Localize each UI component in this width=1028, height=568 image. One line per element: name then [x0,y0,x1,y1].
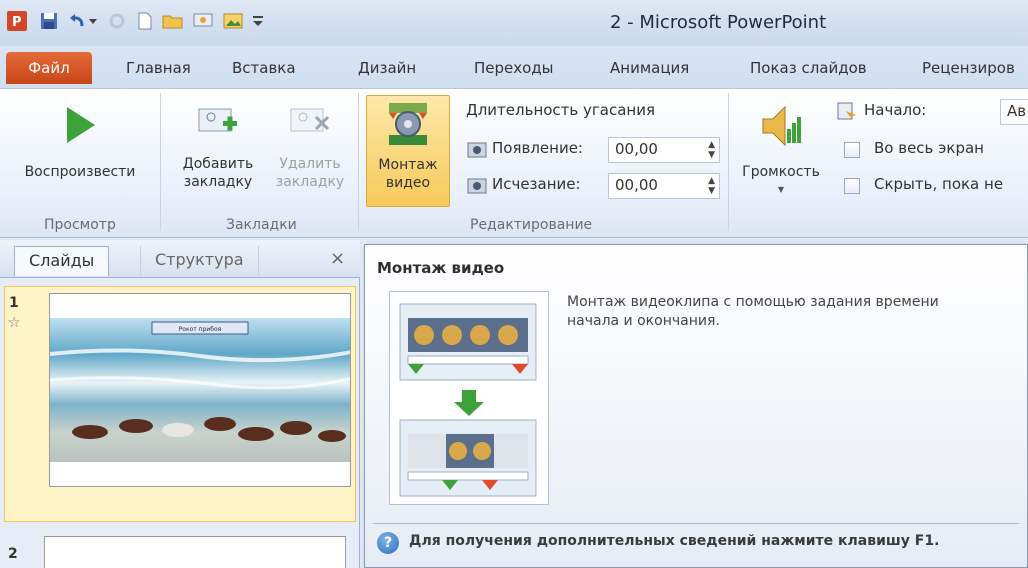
fade-out-icon [466,175,488,201]
start-label: Начало: [864,101,927,119]
slideshow-icon[interactable] [190,8,216,34]
close-icon[interactable]: × [330,248,345,269]
fullscreen-label: Во весь экран [874,139,984,157]
add-bookmark-icon [170,103,266,143]
trim-video-label-1: Монтаж [378,157,438,173]
help-icon: ? [377,532,399,554]
hide-label: Скрыть, пока не [874,175,1004,193]
slide-number: 1 [9,295,19,311]
slide-thumbnail-1[interactable]: 1 ☆ Рокот прибоя [4,286,356,522]
slide-image: Рокот прибоя [49,293,351,487]
volume-label: Громкость [742,164,820,180]
tooltip-description: Монтаж видеоклипа с помощью задания врем… [567,294,939,329]
fade-duration-title: Длительность угасания [466,101,655,119]
play-button[interactable]: Воспроизвести [10,95,150,181]
slide-caption: Рокот прибоя [179,326,222,333]
fade-out-label: Исчезание: [492,175,581,193]
slides-pane: Слайды Структура × 1 ☆ Рокот прибоя 2 [0,240,360,568]
group-label-preview: Просмотр [44,217,116,233]
open-folder-icon[interactable] [160,8,186,34]
add-bookmark-button[interactable]: Добавить закладку [170,103,266,191]
add-bookmark-label-2: закладку [183,174,253,190]
group-separator [358,93,359,231]
customize-dropdown-icon[interactable] [250,8,266,34]
picture-icon[interactable] [220,8,246,34]
tooltip-help-text: Для получения дополнительных сведений на… [409,533,940,549]
trim-video-icon [367,96,449,152]
undo-dropdown-icon[interactable] [86,8,100,34]
window-title: 2 - Microsoft PowerPoint [610,12,827,33]
start-dropdown[interactable]: Ав [1000,99,1028,125]
fade-in-icon [466,139,488,165]
spinner-arrows-icon[interactable]: ▲ ▼ [708,176,715,196]
fade-out-spinner[interactable]: 00,00 ▲ ▼ [608,173,720,199]
remove-bookmark-label-2: закладку [275,174,345,190]
tab-slides[interactable]: Слайды [14,246,110,276]
volume-button[interactable]: Громкость ▼ [734,99,828,199]
new-file-icon[interactable] [132,8,158,34]
slide-number: 2 [8,546,18,562]
tab-transitions[interactable]: Переходы [464,54,564,82]
powerpoint-logo-icon[interactable]: P [4,8,30,34]
tooltip-divider [373,523,1019,524]
remove-bookmark-icon [268,103,352,143]
spinner-arrows-icon[interactable]: ▲ ▼ [708,140,715,160]
group-separator [160,93,161,231]
tooltip-title: Монтаж видео [377,259,505,277]
ribbon-tabs: Файл Главная Вставка Дизайн Переходы Ани… [0,46,1028,88]
start-value: Ав [1007,102,1027,120]
svg-text:P: P [12,15,22,30]
tab-animations[interactable]: Анимация [600,54,699,82]
redo-icon[interactable] [104,8,130,34]
slides-pane-tabs: Слайды Структура × [0,240,360,278]
fade-out-value: 00,00 [615,176,658,194]
trim-video-button[interactable]: Монтаж видео [366,95,450,207]
remove-bookmark-label-1: Удалить [279,156,341,172]
group-separator [728,93,729,231]
group-label-editing: Редактирование [470,217,593,233]
hide-checkbox[interactable] [844,178,860,194]
add-bookmark-label-1: Добавить [182,156,254,172]
start-icon [836,101,858,125]
play-icon [10,95,150,155]
tab-file[interactable]: Файл [6,52,92,84]
fullscreen-checkbox[interactable] [844,142,860,158]
volume-icon [734,99,828,153]
tab-insert[interactable]: Вставка [222,54,306,82]
fade-in-label: Появление: [492,139,583,157]
volume-dropdown-icon: ▼ [777,185,785,194]
tab-home[interactable]: Главная [116,54,201,82]
trim-video-tooltip: Монтаж видео Монтаж видеоклипа с помощью… [364,244,1028,568]
trim-video-label-2: видео [385,175,431,191]
ribbon: Воспроизвести Просмотр Добавить закладку… [0,88,1028,238]
save-icon[interactable] [36,8,62,34]
tab-slideshow[interactable]: Показ слайдов [740,54,877,82]
tab-structure[interactable]: Структура [140,246,259,276]
group-label-bookmarks: Закладки [226,217,297,233]
trim-video-illustration-icon [389,291,549,505]
fade-in-spinner[interactable]: 00,00 ▲ ▼ [608,137,720,163]
slide-thumbnail-2[interactable] [44,536,346,568]
remove-bookmark-button[interactable]: Удалить закладку [268,103,352,191]
title-bar: P 2 - Microsoft PowerPoint [0,0,1028,46]
animation-star-icon: ☆ [8,315,21,331]
play-label: Воспроизвести [24,164,136,180]
tab-review[interactable]: Рецензиров [912,54,1025,82]
tab-design[interactable]: Дизайн [348,54,426,82]
fade-in-value: 00,00 [615,140,658,158]
